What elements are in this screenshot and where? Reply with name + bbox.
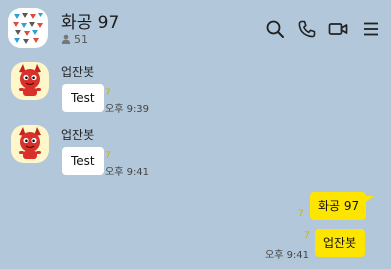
message-bubble[interactable]: Test [62, 147, 104, 175]
unread-count: 7 [105, 151, 111, 161]
sender-name: 업잔봇 [61, 128, 95, 142]
room-avatar[interactable] [8, 8, 48, 48]
video-icon[interactable] [328, 19, 348, 39]
message-time: 오후 9:39 [105, 104, 150, 115]
message-bubble[interactable]: Test [62, 84, 104, 112]
message-bubble[interactable]: 화공 97 [310, 192, 366, 220]
chat-header: 화공 97 51 [0, 0, 391, 56]
sender-avatar[interactable] [11, 125, 49, 163]
search-icon[interactable] [265, 19, 285, 39]
menu-icon[interactable] [361, 19, 381, 39]
person-icon [61, 34, 71, 44]
member-count[interactable]: 51 [61, 32, 88, 46]
phone-icon[interactable] [297, 19, 317, 39]
unread-count: 7 [298, 209, 304, 219]
unread-count: 7 [304, 231, 310, 241]
message-bubble[interactable]: 업잔봇 [315, 229, 365, 257]
message-time: 오후 9:41 [265, 250, 310, 261]
message-time: 오후 9:41 [105, 167, 150, 178]
unread-count: 7 [105, 88, 111, 98]
member-count-label: 51 [74, 32, 88, 46]
bubble-tail [366, 196, 374, 202]
room-title: 화공 97 [61, 13, 120, 33]
sender-name: 업잔봇 [61, 65, 95, 79]
sender-avatar[interactable] [11, 62, 49, 100]
